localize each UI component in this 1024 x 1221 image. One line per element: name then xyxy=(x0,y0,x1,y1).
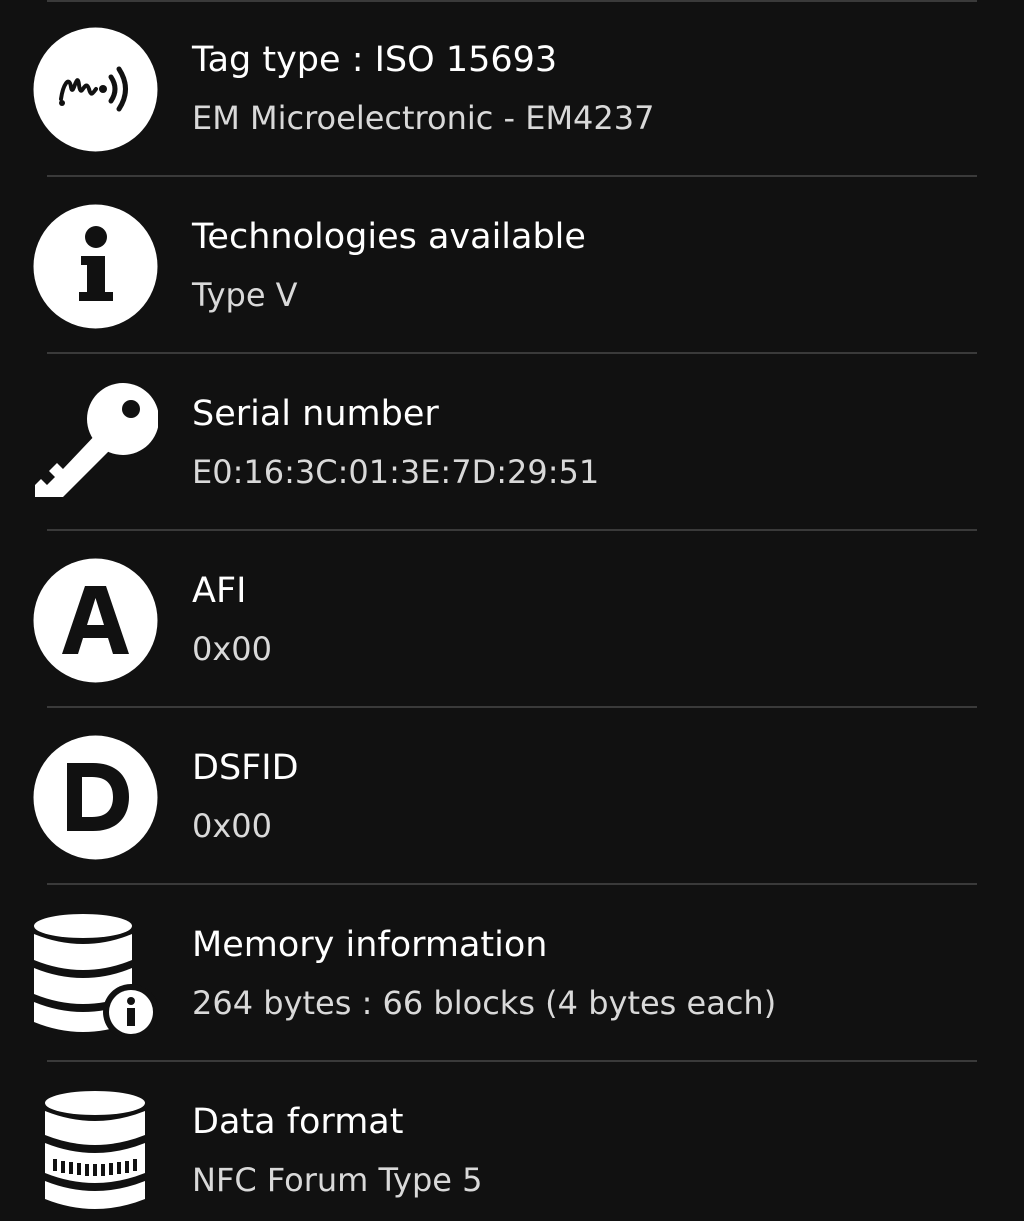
database-format-icon xyxy=(33,1089,158,1214)
row-value: 0x00 xyxy=(192,630,273,668)
row-value: EM Microelectronic - EM4237 xyxy=(192,99,655,137)
row-title: Tag type : ISO 15693 xyxy=(192,40,558,80)
list-item-memory-information[interactable]: Memory information 264 bytes : 66 blocks… xyxy=(0,885,1024,1062)
list-item-technologies[interactable]: Technologies available Type V xyxy=(0,177,1024,354)
key-icon xyxy=(33,381,158,506)
row-title: Technologies available xyxy=(192,217,586,257)
tag-info-list: Tag type : ISO 15693 EM Microelectronic … xyxy=(0,0,1024,1221)
list-item-afi[interactable]: AFI 0x00 xyxy=(0,531,1024,708)
letter-d-icon xyxy=(33,735,158,860)
list-item-serial-number[interactable]: Serial number E0:16:3C:01:3E:7D:29:51 xyxy=(0,354,1024,531)
list-item-tag-type[interactable]: Tag type : ISO 15693 EM Microelectronic … xyxy=(0,0,1024,177)
row-title: Memory information xyxy=(192,925,548,965)
database-info-icon xyxy=(33,912,158,1037)
row-value: E0:16:3C:01:3E:7D:29:51 xyxy=(192,453,600,491)
row-title: Serial number xyxy=(192,394,439,434)
info-icon xyxy=(33,204,158,329)
row-value: 264 bytes : 66 blocks (4 bytes each) xyxy=(192,984,777,1022)
row-value: Type V xyxy=(192,276,298,314)
list-item-dsfid[interactable]: DSFID 0x00 xyxy=(0,708,1024,885)
letter-a-icon xyxy=(33,558,158,683)
row-value: 0x00 xyxy=(192,807,273,845)
nfc-sound-wave-icon xyxy=(33,27,158,152)
row-title: Data format xyxy=(192,1102,404,1142)
row-value: NFC Forum Type 5 xyxy=(192,1161,483,1199)
list-item-data-format[interactable]: Data format NFC Forum Type 5 xyxy=(0,1062,1024,1221)
row-title: DSFID xyxy=(192,748,299,788)
row-title: AFI xyxy=(192,571,247,611)
